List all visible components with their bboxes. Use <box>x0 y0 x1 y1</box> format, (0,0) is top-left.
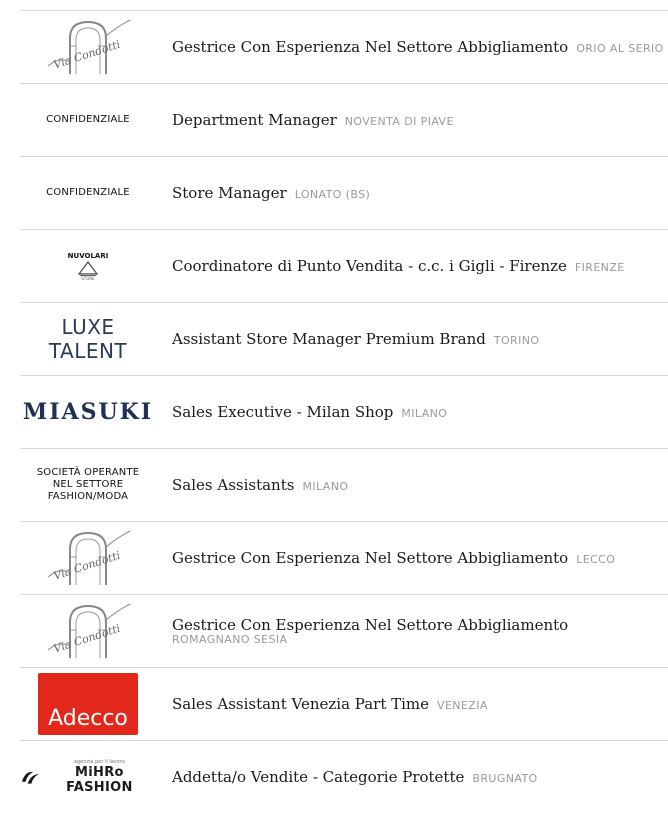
job-title[interactable]: Coordinatore di Punto Vendita - c.c. i G… <box>172 257 567 275</box>
company-logo: Via Condotti <box>20 522 156 594</box>
svg-text:Via Condotti: Via Condotti <box>52 549 122 583</box>
job-location: NOVENTA DI PIAVE <box>344 114 454 128</box>
job-content: Gestrice Con Esperienza Nel Settore Abbi… <box>156 550 668 567</box>
job-title[interactable]: Gestrice Con Esperienza Nel Settore Abbi… <box>172 616 568 634</box>
job-location: TORINO <box>493 333 540 347</box>
job-content: Gestrice Con Esperienza Nel Settore Abbi… <box>156 617 668 645</box>
job-listing[interactable]: CONFIDENZIALE Department Manager NOVENTA … <box>20 84 668 157</box>
company-logo: LUXE TALENT <box>20 303 156 375</box>
company-logo: Via Condotti <box>20 595 156 667</box>
company-logo: Via Condotti <box>20 11 156 83</box>
job-location: MILANO <box>302 479 349 493</box>
adecco-logo-text: Adecco <box>48 706 128 731</box>
job-content: Department Manager NOVENTA DI PIAVE <box>156 112 668 129</box>
svg-text:Via Condotti: Via Condotti <box>52 622 122 656</box>
job-title[interactable]: Assistant Store Manager Premium Brand <box>172 330 486 348</box>
mihro-fashion-name: MiHRo FASHION <box>66 765 133 795</box>
job-title[interactable]: Sales Executive - Milan Shop <box>172 403 393 421</box>
via-condotti-logo: Via Condotti <box>47 530 131 585</box>
job-listing[interactable]: MIASUKI Sales Executive - Milan Shop MILA… <box>20 376 668 449</box>
job-location: MILANO <box>401 406 448 420</box>
job-title[interactable]: Store Manager <box>172 184 287 202</box>
job-title[interactable]: Gestrice Con Esperienza Nel Settore Abbi… <box>172 38 568 56</box>
via-condotti-logo: Via Condotti <box>47 603 131 658</box>
job-content: Gestrice Con Esperienza Nel Settore Abbi… <box>156 39 668 56</box>
job-location: ROMAGNANO SESIA <box>172 632 288 646</box>
job-listing[interactable]: Via Condotti Gestrice Con Esperienza Nel… <box>20 595 668 668</box>
mihro-fashion-logo: agenzia per il lavoro MiHRo FASHION <box>20 759 156 795</box>
job-location: BRUGNATO <box>472 771 538 785</box>
job-content: Assistant Store Manager Premium Brand TOR… <box>156 331 668 348</box>
job-location: FIRENZE <box>574 260 625 274</box>
job-listing[interactable]: Via Condotti Gestrice Con Esperienza Nel… <box>20 10 668 84</box>
job-title[interactable]: Sales Assistant Venezia Part Time <box>172 695 429 713</box>
company-logo: MIASUKI <box>20 376 156 448</box>
job-listing[interactable]: CONFIDENZIALE Store Manager LONATO (BS) <box>20 157 668 230</box>
svg-text:Via Condotti: Via Condotti <box>52 38 122 72</box>
nuvolari-logo: NUVOLARI STORE <box>68 252 109 281</box>
miasuki-logo: MIASUKI <box>22 399 154 425</box>
company-logo: CONFIDENZIALE <box>20 157 156 229</box>
job-content: Sales Executive - Milan Shop MILANO <box>156 404 668 421</box>
job-location: VENEZIA <box>437 698 488 712</box>
job-listing[interactable]: NUVOLARI STORE Coordinatore di Punto Ven… <box>20 230 668 303</box>
job-content: Sales Assistants MILANO <box>156 477 668 494</box>
company-logo: CONFIDENZIALE <box>20 84 156 156</box>
job-content: Store Manager LONATO (BS) <box>156 185 668 202</box>
luxe-talent-logo: LUXE TALENT <box>48 315 128 363</box>
job-content: Sales Assistant Venezia Part Time VENEZIA <box>156 696 668 713</box>
job-location: LONATO (BS) <box>294 187 371 201</box>
company-name: CONFIDENZIALE <box>46 187 130 198</box>
company-logo: Adecco <box>20 668 156 740</box>
job-listing[interactable]: Via Condotti Gestrice Con Esperienza Nel… <box>20 522 668 595</box>
job-listing[interactable]: LUXE TALENT Assistant Store Manager Prem… <box>20 303 668 376</box>
job-title[interactable]: Sales Assistants <box>172 476 294 494</box>
job-list: Via Condotti Gestrice Con Esperienza Nel… <box>20 10 668 813</box>
company-name: SOCIETÀ OPERANTE NEL SETTORE FASHION/MOD… <box>36 467 140 502</box>
via-condotti-logo: Via Condotti <box>47 19 131 74</box>
job-listing[interactable]: agenzia per il lavoro MiHRo FASHION Adde… <box>20 741 668 813</box>
nuvolari-logo-sub: STORE <box>81 275 95 281</box>
job-listing[interactable]: Adecco Sales Assistant Venezia Part Time… <box>20 668 668 741</box>
job-title[interactable]: Gestrice Con Esperienza Nel Settore Abbi… <box>172 549 568 567</box>
job-title[interactable]: Addetta/o Vendite - Categorie Protette <box>172 768 464 786</box>
company-logo: NUVOLARI STORE <box>20 230 156 302</box>
nuvolari-logo-name: NUVOLARI <box>67 251 109 260</box>
job-location: LECCO <box>576 552 616 566</box>
company-logo: SOCIETÀ OPERANTE NEL SETTORE FASHION/MOD… <box>20 449 156 521</box>
job-listing[interactable]: SOCIETÀ OPERANTE NEL SETTORE FASHION/MOD… <box>20 449 668 522</box>
company-name: CONFIDENZIALE <box>46 114 130 125</box>
company-logo: agenzia per il lavoro MiHRo FASHION <box>20 741 156 813</box>
adecco-logo: Adecco <box>38 673 138 735</box>
swoosh-icon <box>21 772 39 784</box>
job-title[interactable]: Department Manager <box>172 111 337 129</box>
job-content: Addetta/o Vendite - Categorie Protette BR… <box>156 769 668 786</box>
job-content: Coordinatore di Punto Vendita - c.c. i G… <box>156 258 668 275</box>
triangle-icon <box>77 260 99 276</box>
job-location: ORIO AL SERIO <box>576 41 664 55</box>
